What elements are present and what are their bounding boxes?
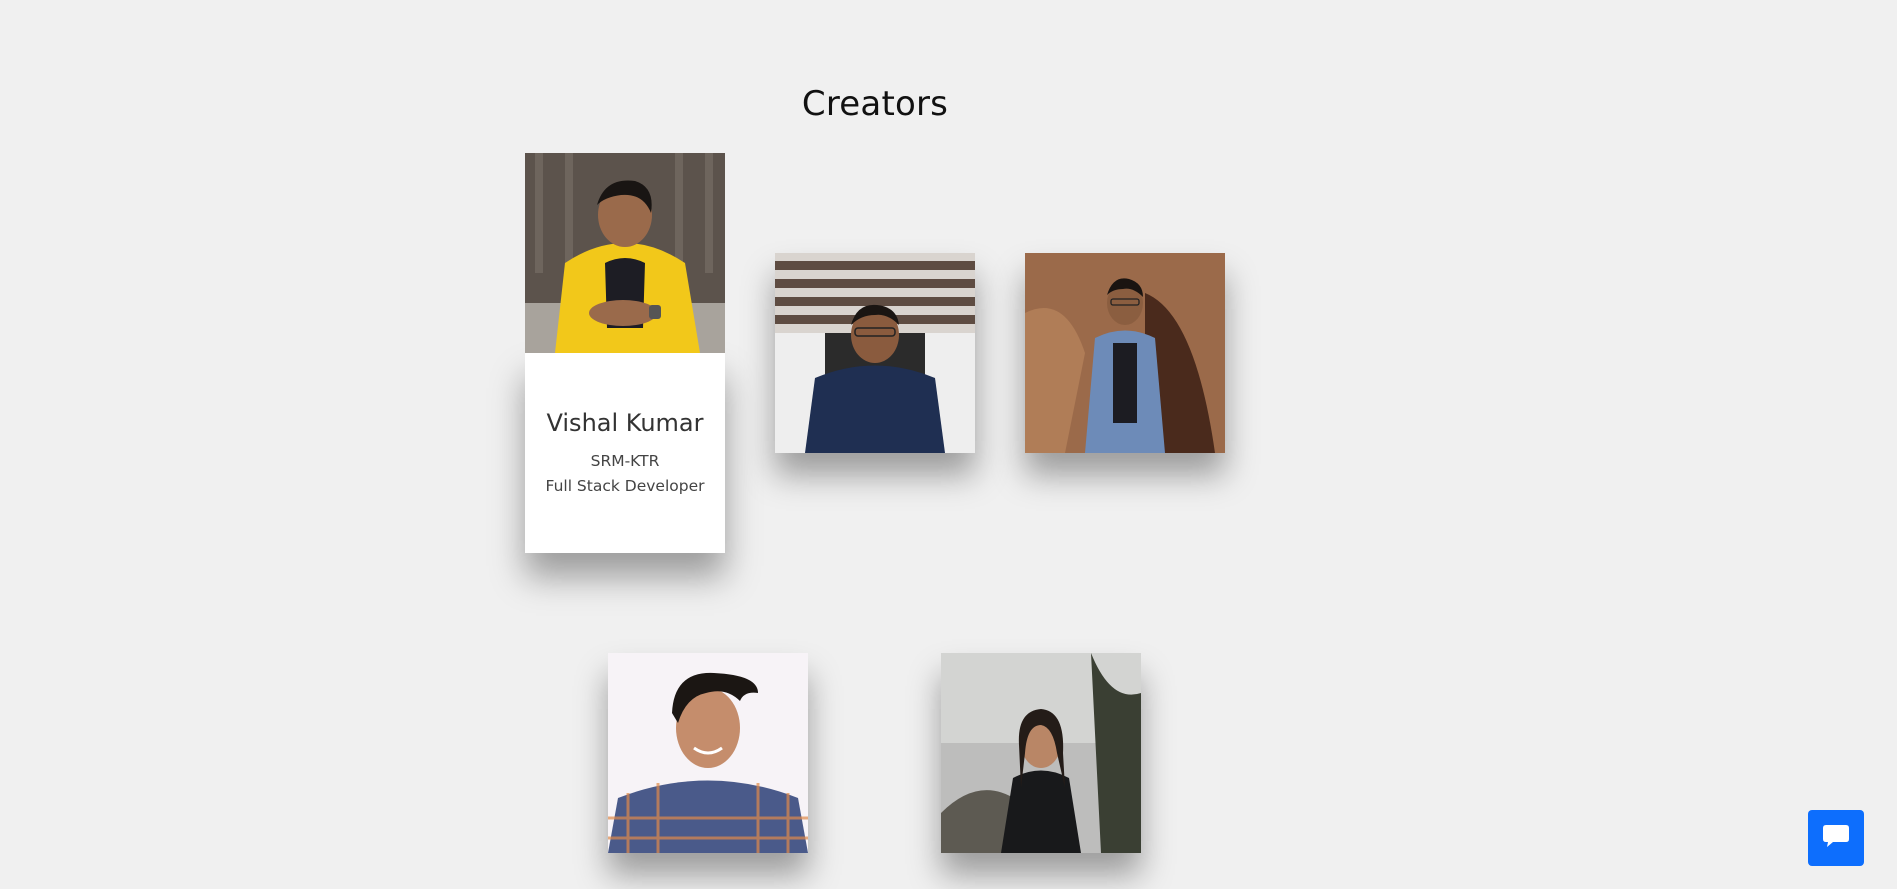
creator-card-2[interactable] — [775, 253, 975, 453]
chat-button[interactable] — [1808, 810, 1864, 866]
creator-photo-1 — [525, 153, 725, 353]
creator-photo-5 — [941, 653, 1141, 853]
creator-college: SRM-KTR — [590, 452, 660, 470]
creator-card-4[interactable] — [608, 653, 808, 853]
creator-info-1: Vishal Kumar SRM-KTR Full Stack Develope… — [525, 353, 725, 553]
creator-card-3[interactable] — [1025, 253, 1225, 453]
creator-name: Vishal Kumar — [546, 409, 704, 437]
creator-photo-3 — [1025, 253, 1225, 453]
creator-card-1[interactable]: Vishal Kumar SRM-KTR Full Stack Develope… — [525, 153, 725, 553]
creator-role: Full Stack Developer — [545, 477, 705, 495]
creator-card-5[interactable] — [941, 653, 1141, 853]
creator-photo-2 — [775, 253, 975, 453]
creator-photo-4 — [608, 653, 808, 853]
chat-bubble-icon — [1822, 823, 1850, 853]
page-title: Creators — [801, 84, 949, 124]
